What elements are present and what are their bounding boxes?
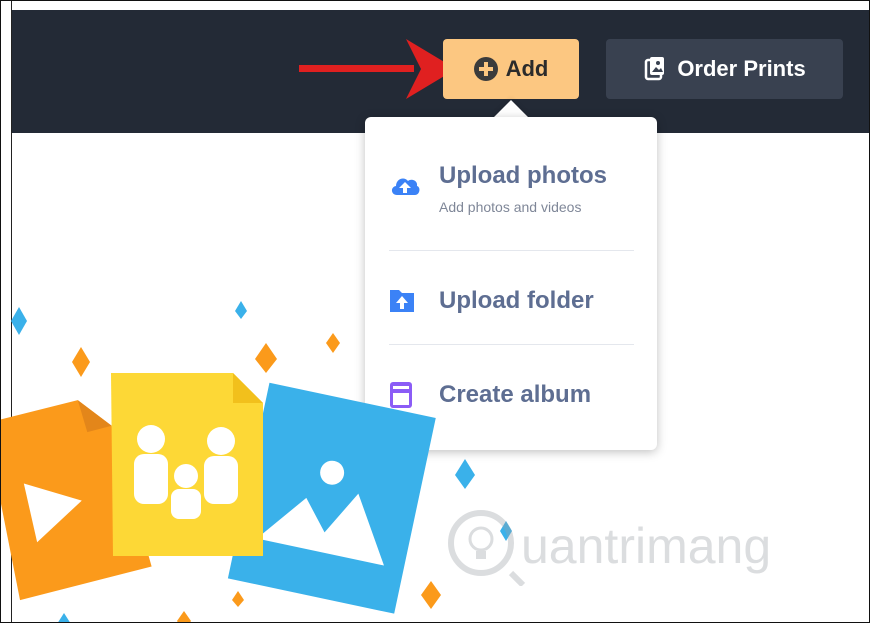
cloud-upload-icon	[391, 178, 420, 195]
prints-icon	[645, 57, 665, 81]
order-prints-button[interactable]: Order Prints	[606, 39, 843, 99]
add-button-label: Add	[505, 56, 549, 81]
add-button[interactable]: Add	[443, 39, 579, 99]
upload-photos-subtitle: Add photos and videos	[439, 199, 582, 215]
order-prints-label: Order Prints	[677, 56, 806, 81]
plus-circle-icon	[473, 57, 498, 81]
menu-item-upload-photos[interactable]: Upload photos Add photos and videos	[389, 162, 639, 215]
upload-photos-title: Upload photos	[439, 162, 607, 189]
watermark-text: uantrimang	[521, 518, 771, 574]
pointer-arrow	[299, 39, 456, 99]
menu-divider	[389, 250, 634, 251]
watermark-logo: uantrimang	[448, 510, 771, 586]
screenshot-frame: Add Order Prints Upload photos Add photo…	[0, 0, 870, 623]
people-file-icon	[111, 373, 263, 556]
